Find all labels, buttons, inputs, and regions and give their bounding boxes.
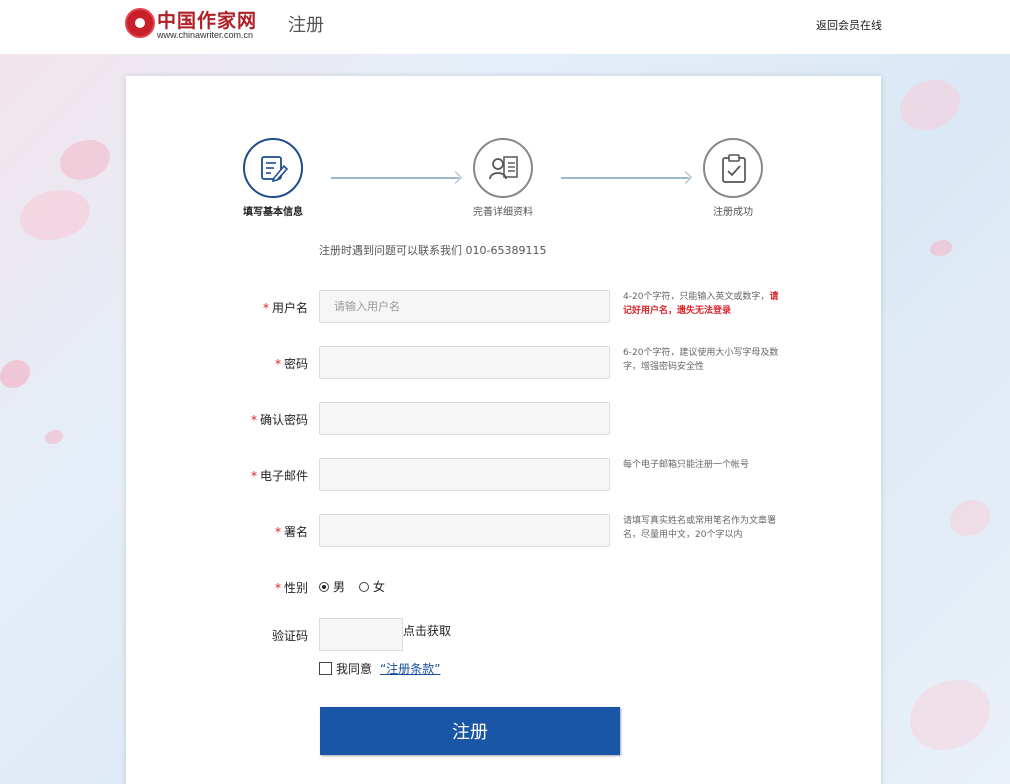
gender-female-radio[interactable] xyxy=(359,581,370,592)
background-petal xyxy=(20,190,90,240)
agree-text: 我同意 xyxy=(336,662,373,676)
email-hint: 每个电子邮箱只能注册一个帐号 xyxy=(623,460,750,470)
confirm-password-row: * 确认密码 xyxy=(126,402,881,436)
pen-name-hint: 请填写真实姓名或常用笔名作为文章署名，尽量用中文，20个字以内 xyxy=(623,516,777,540)
step-basic-info: 填写基本信息 xyxy=(213,138,333,218)
background-petal xyxy=(900,80,960,130)
step-label: 填写基本信息 xyxy=(243,207,303,218)
password-label: * 密码 xyxy=(274,357,308,371)
terms-link[interactable]: “注册条款” xyxy=(380,660,440,677)
captcha-row: 验证码 点击获取 xyxy=(126,618,881,652)
page-title: 注册 xyxy=(288,15,324,36)
username-hint: 4-20个字符，只能输入英文或数字，请记好用户名，遗失无法登录 xyxy=(623,292,779,316)
background-petal xyxy=(45,430,63,444)
captcha-input[interactable] xyxy=(319,618,403,651)
username-input[interactable] xyxy=(319,290,610,323)
background-petal xyxy=(60,140,110,180)
pen-name-row: * 署名 请填写真实姓名或常用笔名作为文章署名，尽量用中文，20个字以内 xyxy=(126,514,881,548)
logo-seal-icon xyxy=(125,8,155,38)
step-label: 注册成功 xyxy=(713,207,753,218)
step-arrow xyxy=(561,177,689,179)
captcha-label: 验证码 xyxy=(271,629,308,643)
top-header: 中国作家网 www.chinawriter.com.cn 注册 返回会员在线 xyxy=(0,0,1010,54)
step-success: 注册成功 xyxy=(673,138,793,218)
back-to-member-link[interactable]: 返回会员在线 xyxy=(816,17,882,33)
username-row: *用户名 4-20个字符，只能输入英文或数字，请记好用户名，遗失无法登录 xyxy=(126,290,881,324)
register-submit-button[interactable]: 注册 xyxy=(320,707,620,755)
gender-label: * 性别 xyxy=(274,581,308,595)
step-label: 完善详细资料 xyxy=(473,207,533,218)
pen-name-label: * 署名 xyxy=(274,525,308,539)
logo-text: 中国作家网 xyxy=(157,10,258,32)
background-petal xyxy=(910,680,990,750)
gender-row: * 性别 男 女 xyxy=(126,570,881,604)
confirm-password-input[interactable] xyxy=(319,402,610,435)
pen-name-input[interactable] xyxy=(319,514,610,547)
logo-url: www.chinawriter.com.cn xyxy=(157,30,254,40)
edit-document-icon xyxy=(243,138,303,198)
clipboard-check-icon xyxy=(703,138,763,198)
password-row: * 密码 6-20个字符，建议使用大小写字母及数字，增强密码安全性 xyxy=(126,346,881,380)
site-logo[interactable]: 中国作家网 www.chinawriter.com.cn xyxy=(125,6,265,42)
gender-male-label: 男 xyxy=(333,580,346,594)
email-row: * 电子邮件 每个电子邮箱只能注册一个帐号 xyxy=(126,458,881,492)
confirm-password-label: * 确认密码 xyxy=(250,413,308,427)
agree-checkbox[interactable] xyxy=(319,662,332,675)
username-label: * 用户名 xyxy=(262,301,308,315)
background-petal xyxy=(0,360,30,388)
registration-card: 填写基本信息 完善详细资料 注册成功 注册时遇到问题可以联系我们 010-653… xyxy=(126,76,881,784)
email-input[interactable] xyxy=(319,458,610,491)
get-captcha-button[interactable]: 点击获取 xyxy=(403,622,451,639)
background-petal xyxy=(950,500,990,536)
background-petal xyxy=(930,240,952,256)
gender-male-radio[interactable] xyxy=(319,581,329,592)
password-hint: 6-20个字符，建议使用大小写字母及数字，增强密码安全性 xyxy=(623,348,779,372)
gender-female-label: 女 xyxy=(373,580,386,594)
step-arrow xyxy=(331,177,459,179)
contact-text: 注册时遇到问题可以联系我们 010-65389115 xyxy=(319,244,547,257)
password-input[interactable] xyxy=(319,346,610,379)
gender-radio-group: 男 女 xyxy=(319,578,385,595)
email-label: * 电子邮件 xyxy=(250,469,308,483)
agree-row: 我同意 “注册条款” xyxy=(319,660,440,677)
profile-card-icon xyxy=(473,138,533,198)
step-detail-info: 完善详细资料 xyxy=(443,138,563,218)
